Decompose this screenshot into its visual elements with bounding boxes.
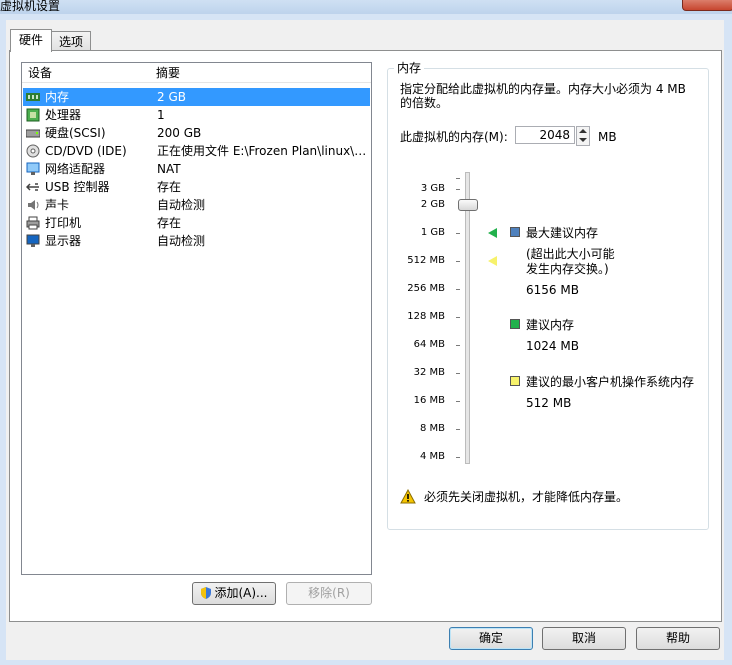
device-row-sound[interactable]: 声卡 自动检测 [23, 196, 370, 214]
device-name: 声卡 [45, 198, 70, 212]
scale-tick [456, 233, 460, 234]
device-summary: 200 GB [157, 126, 202, 140]
memory-slider-thumb[interactable] [458, 199, 478, 211]
processor-icon [26, 108, 40, 122]
monitor-icon [26, 234, 40, 248]
memory-size-input[interactable] [515, 126, 575, 144]
cancel-button[interactable]: 取消 [542, 627, 626, 650]
device-summary: 自动检测 [157, 198, 206, 212]
scale-label: 128 MB [407, 311, 445, 322]
header-divider [22, 82, 371, 83]
panel-content: 设备 摘要 内存 2 GB 处理器 1 硬盘(SCSI) 200 GB CD/D… [0, 0, 732, 665]
device-name: 网络适配器 [45, 162, 106, 176]
speaker-icon [26, 198, 40, 212]
device-name: 处理器 [45, 108, 82, 122]
device-row-hard-disk[interactable]: 硬盘(SCSI) 200 GB [23, 124, 370, 142]
max-recommended-note: 发生内存交换。) [526, 262, 609, 276]
scale-label: 512 MB [407, 255, 445, 266]
network-icon [26, 162, 40, 176]
device-summary: 2 GB [157, 90, 186, 104]
max-recommended-label: 最大建议内存 [526, 226, 599, 240]
device-row-usb[interactable]: USB 控制器 存在 [23, 178, 370, 196]
memory-group-title: 内存 [394, 61, 425, 75]
warning-icon [400, 488, 416, 505]
scale-label: 2 GB [420, 199, 445, 210]
column-header-summary[interactable]: 摘要 [156, 63, 180, 83]
device-row-printer[interactable]: 打印机 存在 [23, 214, 370, 232]
device-summary: 存在 [157, 180, 182, 194]
device-list[interactable]: 设备 摘要 内存 2 GB 处理器 1 硬盘(SCSI) 200 GB CD/D… [21, 62, 372, 575]
device-summary: 存在 [157, 216, 182, 230]
scale-label: 32 MB [413, 367, 445, 378]
device-summary: 正在使用文件 E:\Frozen Plan\linux\0... [157, 144, 369, 158]
memory-description: 指定分配给此虚拟机的内存量。内存大小必须为 4 MB 的倍数。 [400, 82, 686, 110]
scale-tick [456, 373, 460, 374]
device-summary: 自动检测 [157, 234, 206, 248]
minimum-label: 建议的最小客户机操作系统内存 [526, 375, 695, 389]
device-name: CD/DVD (IDE) [45, 144, 127, 158]
scale-tick [456, 401, 460, 402]
memory-slider-track[interactable] [465, 172, 470, 464]
scale-label: 8 MB [419, 423, 445, 434]
minimum-value: 512 MB [526, 396, 572, 410]
scale-tick [456, 261, 460, 262]
device-row-display[interactable]: 显示器 自动检测 [23, 232, 370, 250]
device-row-processor[interactable]: 处理器 1 [23, 106, 370, 124]
scale-label: 64 MB [413, 339, 445, 350]
scale-label: 16 MB [413, 395, 445, 406]
scale-tick [456, 457, 460, 458]
memory-field-label: 此虚拟机的内存(M): [400, 130, 508, 144]
warning-text: 必须先关闭虚拟机，才能降低内存量。 [424, 490, 629, 504]
device-name: USB 控制器 [45, 180, 110, 194]
memory-icon [26, 90, 40, 104]
scale-tick [456, 429, 460, 430]
device-name: 打印机 [45, 216, 82, 230]
hard-disk-icon [25, 126, 41, 140]
scale-tick [456, 345, 460, 346]
scale-label: 3 GB [420, 183, 445, 194]
printer-icon [26, 216, 40, 230]
device-name: 硬盘(SCSI) [45, 126, 106, 140]
add-button-label: 添加(A)... [214, 586, 268, 600]
max-legend-swatch [510, 227, 520, 237]
usb-icon [25, 180, 40, 194]
recommended-value: 1024 MB [526, 339, 579, 353]
recommended-marker-icon [488, 228, 497, 238]
minimum-legend-swatch [510, 376, 520, 386]
scale-label: 256 MB [407, 283, 445, 294]
scale-tick [456, 178, 460, 179]
scale-label: 1 GB [420, 227, 445, 238]
spin-down-icon[interactable] [579, 138, 587, 142]
spin-up-icon[interactable] [579, 129, 587, 133]
device-name: 显示器 [45, 234, 82, 248]
ok-button[interactable]: 确定 [449, 627, 533, 650]
recommended-label: 建议内存 [526, 318, 575, 332]
device-summary: NAT [157, 162, 181, 176]
scale-tick [456, 189, 460, 190]
device-row-network[interactable]: 网络适配器 NAT [23, 160, 370, 178]
max-recommended-note: (超出此大小可能 [526, 247, 615, 261]
remove-device-button[interactable]: 移除(R) [286, 582, 372, 605]
column-header-device[interactable]: 设备 [28, 63, 52, 83]
max-recommended-value: 6156 MB [526, 283, 579, 297]
help-button[interactable]: 帮助 [636, 627, 720, 650]
device-row-cd-dvd[interactable]: CD/DVD (IDE) 正在使用文件 E:\Frozen Plan\linux… [23, 142, 370, 160]
memory-unit: MB [598, 130, 617, 144]
recommended-legend-swatch [510, 319, 520, 329]
device-name: 内存 [45, 90, 70, 104]
add-device-button[interactable]: 添加(A)... [192, 582, 276, 605]
scale-label: 4 MB [419, 451, 445, 462]
device-summary: 1 [157, 108, 165, 122]
memory-spin-button[interactable] [576, 126, 590, 146]
device-row-memory[interactable]: 内存 2 GB [23, 88, 370, 106]
shield-icon [200, 585, 212, 599]
minimum-marker-icon [488, 256, 497, 266]
cd-icon [26, 144, 40, 158]
scale-tick [456, 289, 460, 290]
scale-tick [456, 317, 460, 318]
